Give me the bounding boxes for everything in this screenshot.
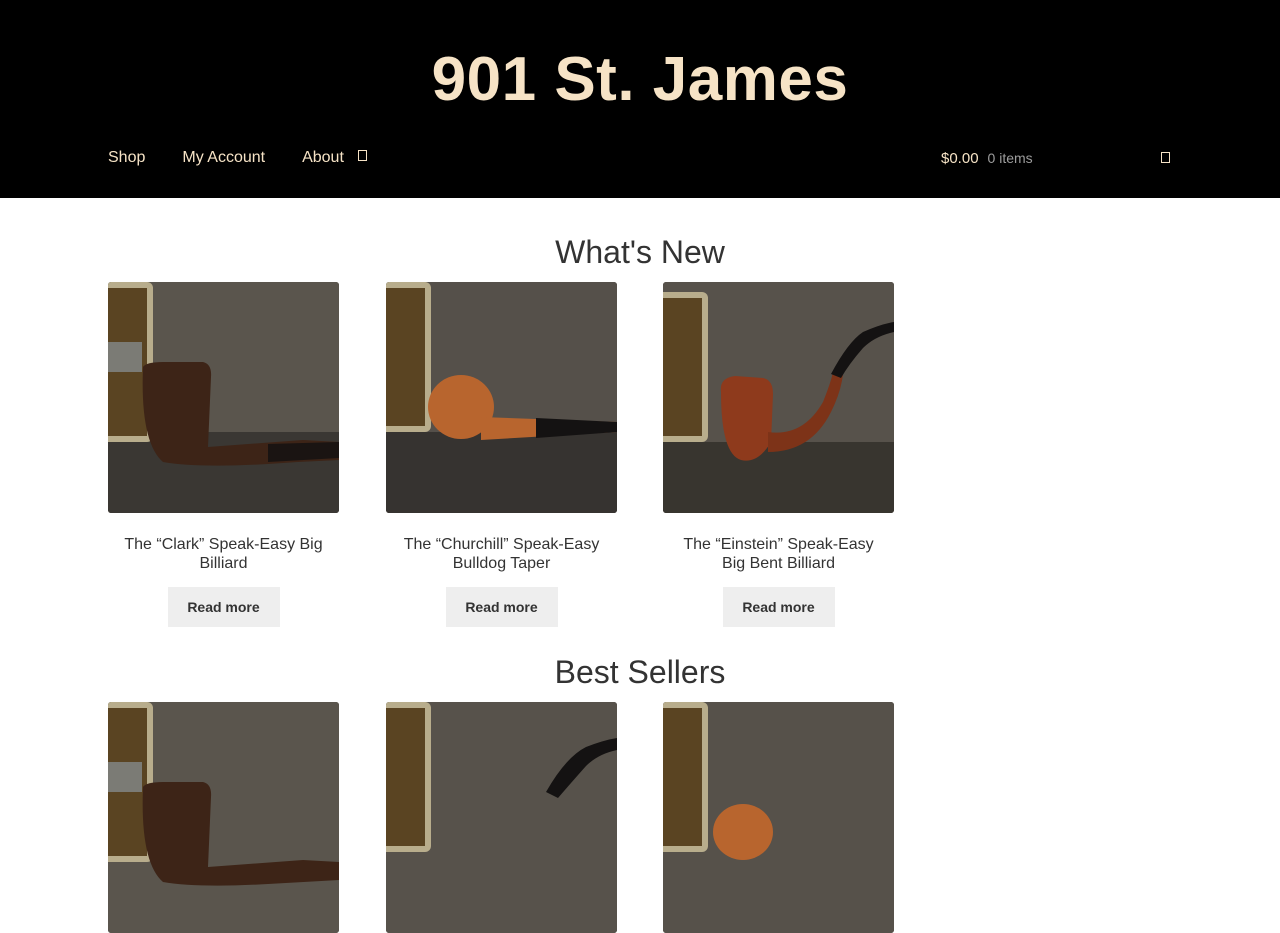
read-more-button[interactable]: Read more	[445, 587, 558, 627]
site-header: 901 St. James Shop My Account About $0.0…	[0, 0, 1280, 198]
cart-summary[interactable]: $0.00 0 items	[941, 146, 1033, 170]
product-image[interactable]	[663, 282, 894, 513]
product-image[interactable]	[108, 702, 339, 933]
product-card	[108, 702, 339, 933]
read-more-button[interactable]: Read more	[167, 587, 280, 627]
cart-item-count: 0 items	[987, 150, 1033, 166]
product-card: The “Churchill” Speak-Easy Bulldog Taper…	[386, 282, 617, 627]
section-title-best-sellers: Best Sellers	[554, 654, 726, 690]
product-image[interactable]	[386, 702, 617, 933]
nav-item-about[interactable]: About	[302, 147, 367, 169]
product-image[interactable]	[108, 282, 339, 513]
cart-amount: $0.00	[941, 149, 979, 167]
dropdown-icon[interactable]	[357, 150, 367, 162]
product-name[interactable]: The “Churchill” Speak-Easy Bulldog Taper	[386, 535, 617, 573]
nav-item-about-label: About	[302, 149, 344, 166]
site-title[interactable]: 901 St. James	[0, 40, 1280, 120]
product-card: The “Einstein” Speak-Easy Big Bent Billi…	[663, 282, 894, 627]
cart-icon[interactable]	[1161, 152, 1170, 163]
product-card	[663, 702, 894, 933]
product-image[interactable]	[663, 702, 894, 933]
product-card	[386, 702, 617, 933]
nav-item-my-account[interactable]: My Account	[182, 147, 265, 169]
read-more-button[interactable]: Read more	[722, 587, 835, 627]
primary-nav: Shop My Account About	[108, 146, 404, 170]
product-name[interactable]: The “Clark” Speak-Easy Big Billiard	[108, 535, 339, 573]
product-image[interactable]	[386, 282, 617, 513]
product-card: The “Clark” Speak-Easy Big Billiard Read…	[108, 282, 339, 627]
nav-item-shop[interactable]: Shop	[108, 147, 145, 169]
product-name[interactable]: The “Einstein” Speak-Easy Big Bent Billi…	[663, 535, 894, 573]
section-title-whats-new: What's New	[555, 234, 725, 270]
